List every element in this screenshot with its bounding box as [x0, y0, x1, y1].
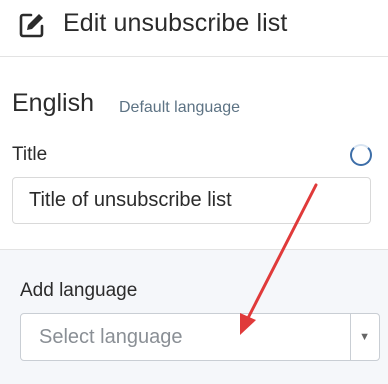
title-label: Title: [12, 144, 48, 165]
select-divider: [350, 314, 351, 360]
language-name: English: [12, 89, 94, 117]
modal-header: Edit unsubscribe list: [0, 0, 388, 57]
add-language-label: Add language: [20, 280, 138, 301]
loading-spinner-icon: [350, 144, 372, 166]
language-select[interactable]: Select language ▼: [20, 313, 380, 361]
select-placeholder: Select language: [39, 326, 183, 348]
default-language-badge: Default language: [119, 99, 240, 116]
language-section: English Default language Title: [0, 57, 388, 250]
title-input[interactable]: [12, 177, 371, 224]
page-title: Edit unsubscribe list: [63, 9, 288, 37]
add-language-section: Add language Select language ▼: [0, 250, 388, 384]
caret-down-icon[interactable]: ▼: [359, 331, 370, 343]
edit-icon: [19, 13, 44, 38]
